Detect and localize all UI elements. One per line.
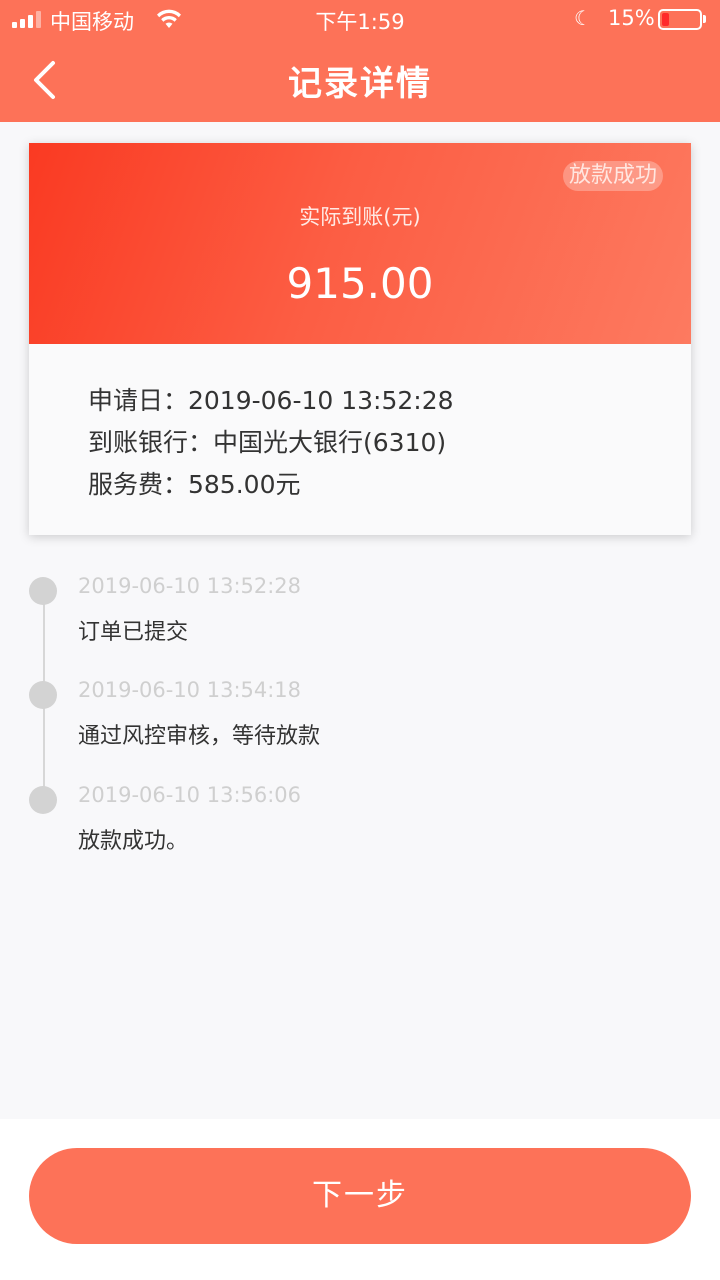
timeline-time: 2019-06-10 13:54:18 (78, 678, 302, 702)
battery-icon (658, 9, 702, 30)
timeline-time: 2019-06-10 13:52:28 (78, 574, 302, 598)
bottom-action-bar: 下一步 (0, 1119, 720, 1280)
amount-value: 915.00 (286, 259, 434, 308)
record-summary-card: 放款成功 实际到账(元) 915.00 申请日：2019-06-10 13:52… (29, 143, 691, 535)
battery-percentage: 15% (608, 6, 655, 30)
timeline-item: 2019-06-10 13:52:28 订单已提交 (0, 574, 720, 664)
service-fee: 服务费：585.00元 (88, 470, 301, 499)
timeline-description: 通过风控审核，等待放款 (78, 724, 321, 749)
timeline-dot (29, 786, 57, 814)
header: 中国移动 下午1:59 ☾ 15% 记录详情 (0, 0, 720, 122)
receiving-bank: 到账银行：中国光大银行(6310) (88, 428, 447, 457)
record-info-list: 申请日：2019-06-10 13:52:28 到账银行：中国光大银行(6310… (88, 381, 454, 507)
moon-icon: ☾ (574, 6, 592, 30)
timeline-time: 2019-06-10 13:56:06 (78, 783, 302, 807)
timeline-item: 2019-06-10 13:54:18 通过风控审核，等待放款 (0, 678, 720, 768)
timeline-description: 放款成功。 (78, 829, 189, 854)
battery-nub (703, 15, 706, 23)
timeline-dot (29, 577, 57, 605)
amount-banner: 放款成功 实际到账(元) 915.00 (29, 143, 691, 344)
timeline-item: 2019-06-10 13:56:06 放款成功。 (0, 783, 720, 873)
apply-date: 申请日：2019-06-10 13:52:28 (88, 386, 454, 415)
timeline-description: 订单已提交 (78, 620, 189, 645)
next-step-button[interactable]: 下一步 (29, 1148, 691, 1244)
page-title: 记录详情 (288, 64, 432, 104)
status-bar: 中国移动 下午1:59 ☾ 15% (0, 0, 720, 40)
timeline-dot (29, 681, 57, 709)
amount-label: 实际到账(元) (299, 205, 421, 229)
status-badge: 放款成功 (562, 161, 663, 191)
